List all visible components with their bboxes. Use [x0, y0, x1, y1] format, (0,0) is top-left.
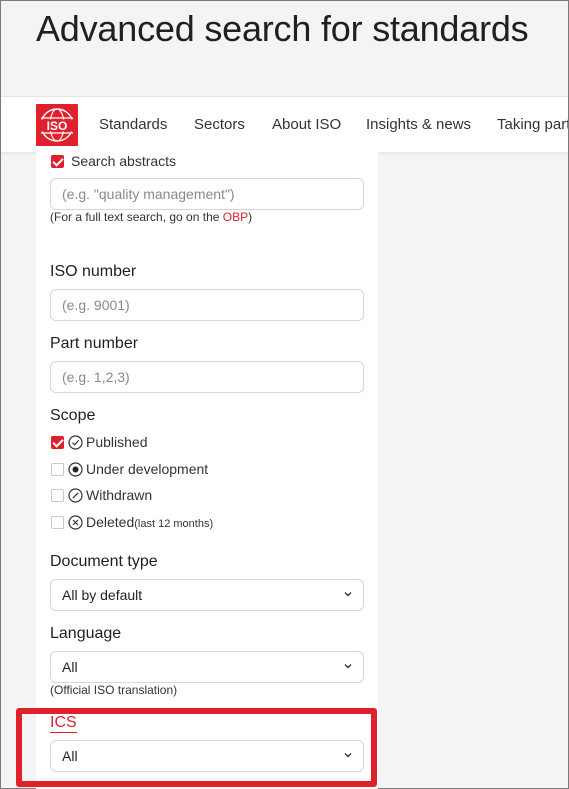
scope-deleted-label: Deleted(last 12 months): [86, 514, 214, 530]
logo-text: ISO: [47, 119, 68, 133]
language-value: All: [62, 659, 78, 675]
iso-number-input[interactable]: (e.g. 9001): [50, 289, 364, 321]
scope-published-checkbox[interactable]: [51, 436, 64, 449]
ics-highlight-box: [16, 708, 377, 787]
nav-standards[interactable]: Standards: [99, 116, 167, 133]
globe-icon: ISO: [39, 108, 75, 142]
scope-published-label: Published: [86, 434, 148, 450]
slash-circle-icon: [68, 488, 83, 503]
nav-about-iso[interactable]: About ISO: [272, 116, 341, 133]
page-title: Advanced search for standards: [36, 8, 529, 49]
chevron-down-icon: [344, 592, 352, 597]
search-form-panel: Search abstracts (e.g. "quality manageme…: [36, 152, 378, 789]
scope-withdrawn-checkbox[interactable]: [51, 489, 64, 502]
check-circle-icon: [68, 435, 83, 450]
nav-insights-news[interactable]: Insights & news: [366, 116, 471, 133]
language-select[interactable]: All: [50, 651, 364, 683]
nav-sectors[interactable]: Sectors: [194, 116, 245, 133]
search-abstracts-label: Search abstracts: [71, 153, 177, 169]
scope-label: Scope: [50, 407, 96, 424]
scope-under-development-label: Under development: [86, 461, 209, 477]
document-type-value: All by default: [62, 587, 143, 603]
x-circle-icon: [68, 515, 83, 530]
search-abstracts-checkbox[interactable]: [51, 155, 64, 168]
nav-taking-part[interactable]: Taking part: [497, 116, 568, 133]
language-note: (Official ISO translation): [50, 683, 178, 697]
part-number-input[interactable]: (e.g. 1,2,3): [50, 361, 364, 393]
iso-logo[interactable]: ISO: [36, 104, 78, 146]
language-label: Language: [50, 625, 122, 642]
document-type-label: Document type: [50, 553, 158, 570]
chevron-down-icon: [344, 664, 352, 669]
fulltext-note: (For a full text search, go on the OBP): [50, 210, 253, 224]
obp-link[interactable]: OBP: [223, 210, 248, 224]
keyword-input[interactable]: (e.g. "quality management"): [50, 178, 364, 210]
scope-under-development-checkbox[interactable]: [51, 463, 64, 476]
iso-number-label: ISO number: [50, 263, 137, 280]
document-type-select[interactable]: All by default: [50, 579, 364, 611]
dot-circle-icon: [68, 462, 83, 477]
part-number-label: Part number: [50, 335, 139, 352]
deleted-period-note: (last 12 months): [134, 518, 214, 530]
scope-deleted-checkbox[interactable]: [51, 516, 64, 529]
top-navbar: ISO Standards Sectors About ISO Insights…: [1, 96, 568, 152]
scope-withdrawn-label: Withdrawn: [86, 487, 153, 503]
